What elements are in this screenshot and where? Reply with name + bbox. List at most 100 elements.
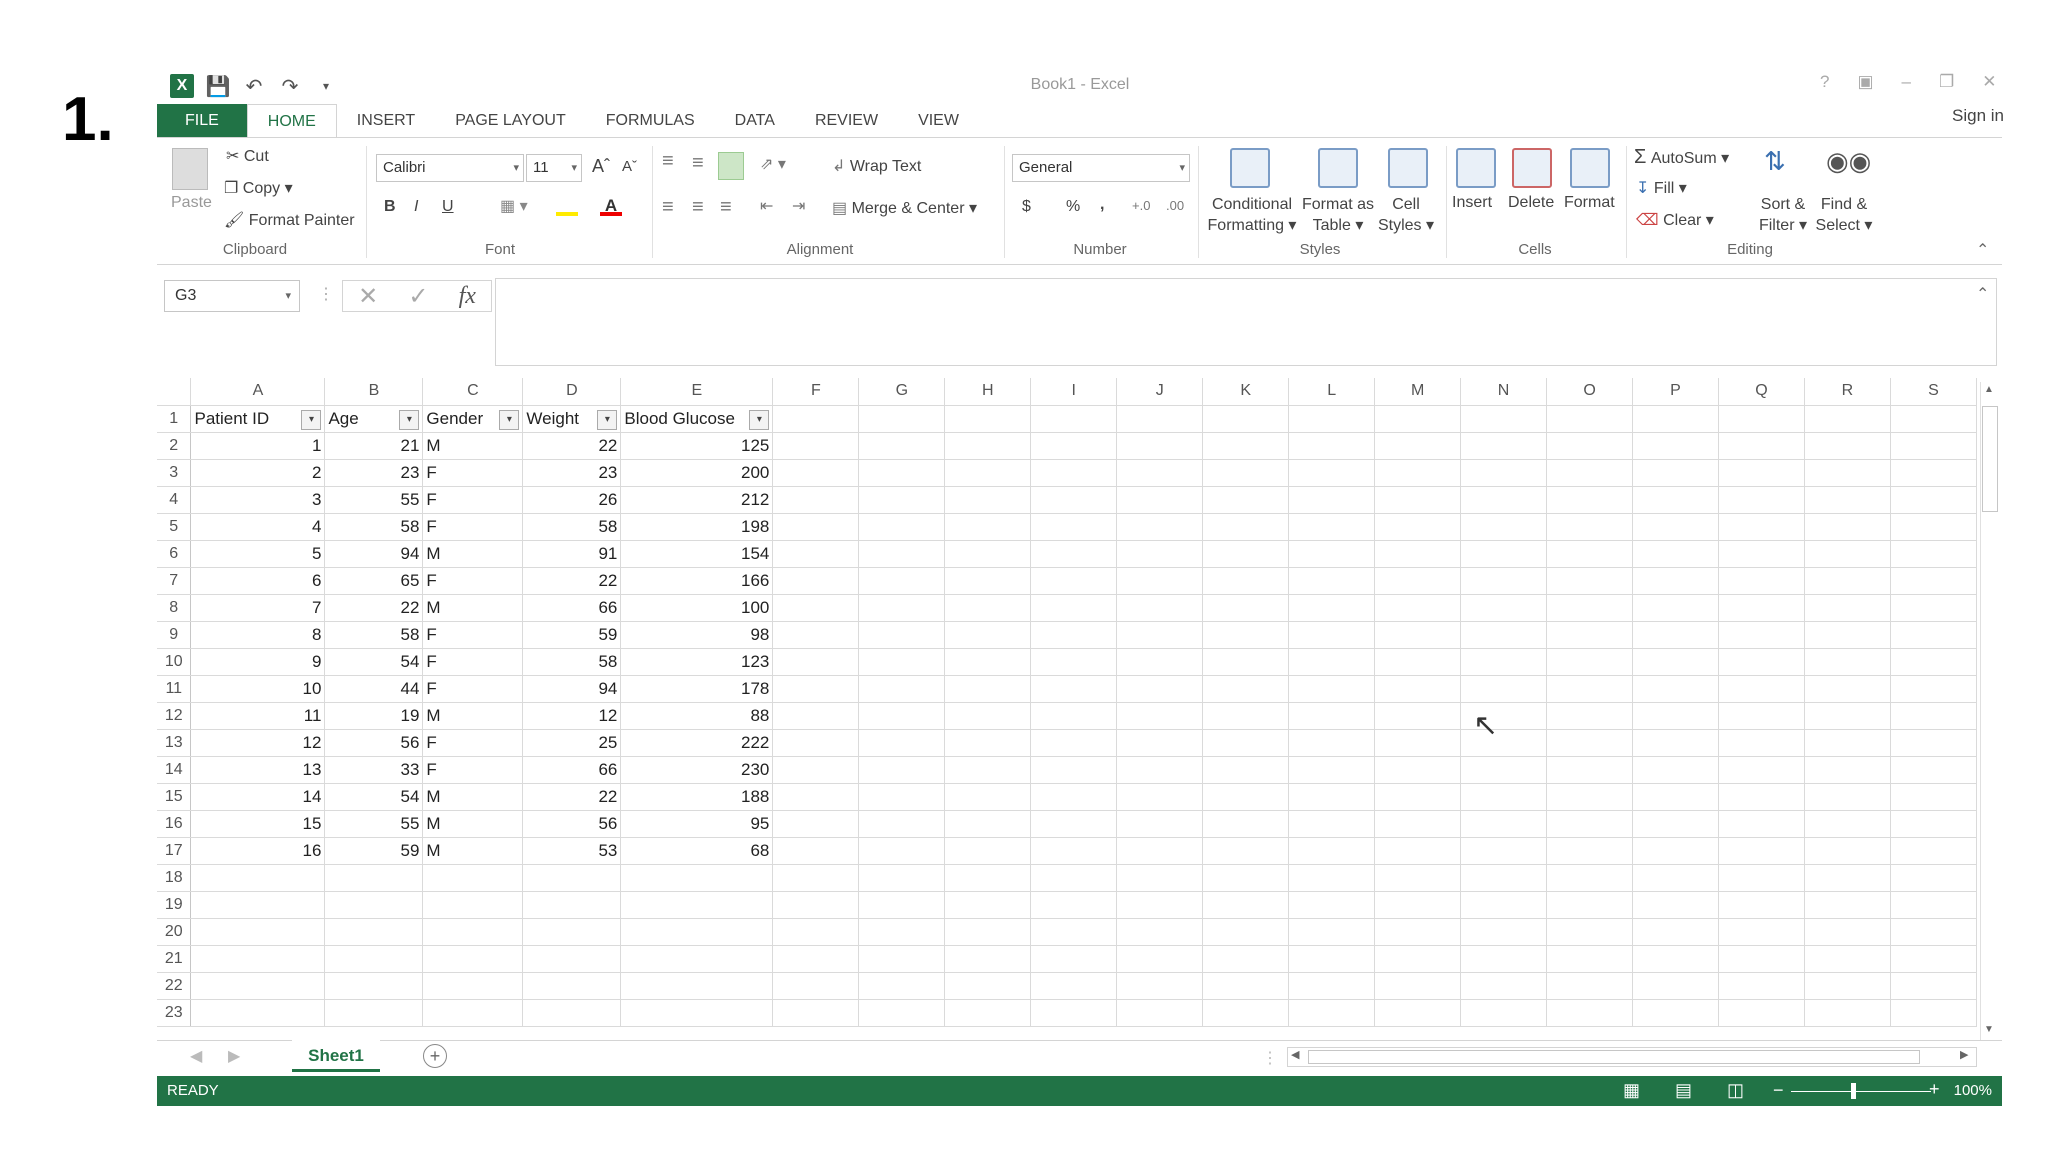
cell[interactable] <box>1718 972 1805 1000</box>
shrink-font-icon[interactable]: Aˇ <box>622 158 637 175</box>
cell[interactable] <box>944 405 1032 433</box>
cell[interactable]: F <box>422 675 524 703</box>
cell[interactable] <box>1116 837 1204 865</box>
conditional-formatting-icon[interactable] <box>1230 148 1270 188</box>
cell[interactable] <box>1718 918 1805 946</box>
cell[interactable] <box>772 486 860 514</box>
cell[interactable]: 154 <box>620 540 774 568</box>
cell[interactable] <box>858 594 946 622</box>
tab-insert[interactable]: INSERT <box>337 104 435 138</box>
cell[interactable] <box>1202 891 1290 919</box>
cell[interactable] <box>1116 459 1204 487</box>
cell[interactable]: 12 <box>190 729 326 757</box>
cell[interactable] <box>1804 567 1891 595</box>
row-header[interactable]: 7 <box>157 567 192 595</box>
cell[interactable] <box>1116 567 1204 595</box>
normal-view-icon[interactable]: ▦ <box>1623 1080 1640 1101</box>
cell[interactable] <box>1202 864 1290 892</box>
cell[interactable] <box>1890 756 1977 784</box>
align-bottom-icon[interactable] <box>718 152 744 180</box>
cell[interactable] <box>1202 540 1290 568</box>
cell[interactable]: 22 <box>522 567 622 595</box>
cut-button[interactable]: ✂ Cut <box>226 146 269 166</box>
scroll-down-icon[interactable]: ▼ <box>1984 1024 1994 1035</box>
cell[interactable]: 212 <box>620 486 774 514</box>
name-box[interactable]: G3 ▾ <box>164 280 300 312</box>
cell[interactable]: 22 <box>522 783 622 811</box>
insert-cells-icon[interactable] <box>1456 148 1496 188</box>
cell[interactable] <box>1804 999 1891 1027</box>
format-cells-icon[interactable] <box>1570 148 1610 188</box>
italic-button[interactable]: I <box>414 198 418 216</box>
cell[interactable] <box>1804 648 1891 676</box>
cell[interactable] <box>1030 999 1118 1027</box>
cell[interactable] <box>1202 756 1290 784</box>
number-format-select[interactable]: General ▾ <box>1012 154 1190 182</box>
cell[interactable] <box>944 918 1032 946</box>
cell[interactable] <box>1804 837 1891 865</box>
cell[interactable] <box>1546 540 1634 568</box>
cell[interactable] <box>1030 675 1118 703</box>
column-header[interactable]: B <box>324 378 424 406</box>
cell[interactable]: 55 <box>324 486 424 514</box>
cell[interactable]: 54 <box>324 783 424 811</box>
cell[interactable] <box>1116 432 1204 460</box>
cell[interactable] <box>944 837 1032 865</box>
sheet-tab-sheet1[interactable]: Sheet1 <box>292 1040 380 1072</box>
align-middle-icon[interactable]: ≡ <box>692 152 704 175</box>
zoom-out-icon[interactable]: − <box>1773 1080 1784 1101</box>
cell[interactable] <box>1804 540 1891 568</box>
cell[interactable] <box>1202 702 1290 730</box>
cell[interactable] <box>1288 621 1376 649</box>
cell[interactable] <box>324 864 424 892</box>
cell[interactable]: M <box>422 783 524 811</box>
cell[interactable] <box>1546 513 1634 541</box>
cell[interactable] <box>944 648 1032 676</box>
cell[interactable] <box>1718 810 1805 838</box>
column-header[interactable]: Q <box>1718 378 1805 406</box>
cell[interactable] <box>944 945 1032 973</box>
insert-cells-button[interactable]: Insert <box>1452 194 1492 212</box>
cell[interactable] <box>1202 783 1290 811</box>
cell[interactable] <box>1632 621 1719 649</box>
cell[interactable] <box>1804 459 1891 487</box>
cell[interactable] <box>772 972 860 1000</box>
cell[interactable] <box>1374 594 1462 622</box>
add-sheet-icon[interactable]: + <box>423 1044 447 1068</box>
prev-sheet-icon[interactable]: ◀ <box>190 1046 202 1066</box>
cell[interactable] <box>1546 756 1634 784</box>
cell[interactable] <box>1632 540 1719 568</box>
cell[interactable] <box>1116 756 1204 784</box>
cell[interactable] <box>1546 648 1634 676</box>
cell[interactable] <box>1890 945 1977 973</box>
cell[interactable] <box>1632 945 1719 973</box>
scroll-left-icon[interactable]: ◀ <box>1291 1048 1299 1061</box>
cell[interactable] <box>1632 594 1719 622</box>
cell[interactable] <box>858 648 946 676</box>
cell[interactable] <box>324 999 424 1027</box>
cell[interactable] <box>1546 945 1634 973</box>
cell[interactable] <box>422 999 524 1027</box>
cell[interactable] <box>1288 783 1376 811</box>
cell[interactable] <box>1546 594 1634 622</box>
cell[interactable] <box>1116 729 1204 757</box>
cell[interactable] <box>1718 945 1805 973</box>
cell[interactable]: 11 <box>190 702 326 730</box>
cell[interactable]: 16 <box>190 837 326 865</box>
format-as-table-icon[interactable] <box>1318 148 1358 188</box>
cell[interactable]: 54 <box>324 648 424 676</box>
paste-button[interactable]: Paste <box>171 194 212 212</box>
column-header[interactable]: D <box>522 378 622 406</box>
wrap-text-button[interactable]: ↲ Wrap Text <box>832 156 921 176</box>
cell[interactable] <box>1546 918 1634 946</box>
cell[interactable] <box>1460 837 1548 865</box>
cell[interactable] <box>190 999 326 1027</box>
cell[interactable] <box>1374 513 1462 541</box>
cell[interactable] <box>1030 648 1118 676</box>
cell[interactable] <box>1804 675 1891 703</box>
cell[interactable] <box>944 702 1032 730</box>
cell[interactable] <box>1718 621 1805 649</box>
copy-button[interactable]: ❐ Copy ▾ <box>224 178 293 198</box>
cell[interactable] <box>1288 756 1376 784</box>
cell[interactable] <box>772 594 860 622</box>
